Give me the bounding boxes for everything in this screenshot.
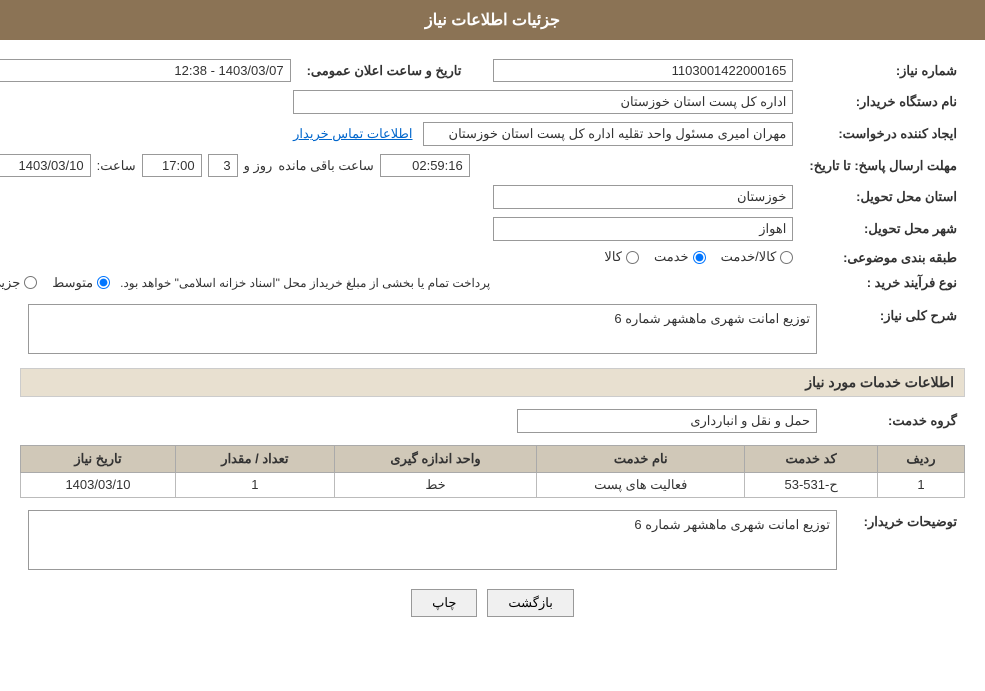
service-group-field: حمل و نقل و انبارداری	[517, 409, 817, 433]
buyer-comments-field: توزیع امانت شهری ماهشهر شماره 6	[28, 510, 837, 570]
need-number-value: 1103001422000165	[485, 55, 801, 86]
col-code: کد خدمت	[745, 445, 878, 472]
radio-kala-khedmat-input[interactable]	[780, 251, 793, 264]
creator-label: ایجاد کننده درخواست:	[801, 118, 965, 150]
radio-jozyi[interactable]: جزیی	[0, 275, 37, 291]
radio-kala[interactable]: کالا	[604, 249, 639, 265]
page-title: جزئیات اطلاعات نیاز	[425, 12, 560, 29]
buyer-org-label: نام دستگاه خریدار:	[801, 86, 965, 118]
basic-info-table: شماره نیاز: 1103001422000165 تاریخ و ساع…	[0, 55, 965, 295]
radio-khedmat-input[interactable]	[693, 251, 706, 264]
col-name: نام خدمت	[537, 445, 745, 472]
cell-code: ح-531-53	[745, 472, 878, 497]
deadline-time-label: ساعت:	[97, 158, 136, 174]
service-group-value: حمل و نقل و انبارداری	[20, 405, 825, 437]
buyer-comments-table: توضیحات خریدار: توزیع امانت شهری ماهشهر …	[20, 506, 965, 574]
cell-row: 1	[877, 472, 964, 497]
service-group-label: گروه خدمت:	[825, 405, 965, 437]
general-desc-label: شرح کلی نیاز:	[825, 300, 965, 358]
announcement-date-value: 1403/03/07 - 12:38	[0, 55, 299, 86]
deadline-label: مهلت ارسال پاسخ: تا تاریخ:	[801, 150, 965, 181]
province-label: استان محل تحویل:	[801, 181, 965, 213]
radio-khedmat-label: خدمت	[654, 249, 689, 265]
page-header: جزئیات اطلاعات نیاز	[0, 0, 985, 40]
need-number-field: 1103001422000165	[493, 59, 793, 82]
category-options: کالا/خدمت خدمت کالا	[0, 245, 801, 271]
creator-value: مهران امیری مسئول واحد تقلیه اداره کل پس…	[0, 118, 801, 150]
need-number-label: شماره نیاز:	[801, 55, 965, 86]
radio-mutawaset[interactable]: متوسط	[52, 275, 110, 291]
deadline-row: 02:59:16 ساعت باقی مانده روز و 3 17:00 س…	[0, 150, 801, 181]
purchase-type-label: نوع فرآیند خرید :	[801, 271, 965, 295]
radio-kala-khedmat-label: کالا/خدمت	[721, 249, 777, 265]
print-button[interactable]: چاپ	[411, 589, 477, 617]
cell-name: فعالیت های پست	[537, 472, 745, 497]
col-quantity: تعداد / مقدار	[175, 445, 334, 472]
province-value: خوزستان	[0, 181, 801, 213]
col-row: ردیف	[877, 445, 964, 472]
back-button[interactable]: بازگشت	[487, 589, 573, 617]
cell-date: 1403/03/10	[21, 472, 176, 497]
radio-mutawaset-input[interactable]	[97, 276, 110, 289]
creator-field: مهران امیری مسئول واحد تقلیه اداره کل پس…	[423, 122, 793, 146]
services-table: ردیف کد خدمت نام خدمت واحد اندازه گیری ت…	[20, 445, 965, 498]
buyer-comments-value: توزیع امانت شهری ماهشهر شماره 6	[20, 506, 845, 574]
radio-jozyi-label: جزیی	[0, 275, 20, 291]
province-field: خوزستان	[493, 185, 793, 209]
cell-quantity: 1	[175, 472, 334, 497]
deadline-remaining-field: 02:59:16	[380, 154, 470, 177]
city-field: اهواز	[493, 217, 793, 241]
buyer-org-field: اداره کل پست استان خوزستان	[293, 90, 793, 114]
general-desc-field: توزیع امانت شهری ماهشهر شماره 6	[28, 304, 817, 354]
radio-kala-khedmat[interactable]: کالا/خدمت	[721, 249, 794, 265]
announcement-date-field: 1403/03/07 - 12:38	[0, 59, 291, 82]
deadline-time-field: 17:00	[142, 154, 202, 177]
radio-mutawaset-label: متوسط	[52, 275, 93, 291]
radio-jozyi-input[interactable]	[24, 276, 37, 289]
announcement-date-label: تاریخ و ساعت اعلان عمومی:	[299, 55, 470, 86]
cell-unit: خط	[334, 472, 536, 497]
col-unit: واحد اندازه گیری	[334, 445, 536, 472]
radio-kala-input[interactable]	[626, 251, 639, 264]
table-row: 1 ح-531-53 فعالیت های پست خط 1 1403/03/1…	[21, 472, 965, 497]
col-date: تاریخ نیاز	[21, 445, 176, 472]
deadline-days-label: روز و	[244, 158, 273, 174]
radio-kala-label: کالا	[604, 249, 622, 265]
deadline-remaining-label: ساعت باقی مانده	[278, 158, 373, 174]
deadline-days-field: 3	[208, 154, 238, 177]
services-section-title: اطلاعات خدمات مورد نیاز	[20, 368, 965, 397]
contact-link[interactable]: اطلاعات تماس خریدار	[293, 126, 412, 141]
button-row: بازگشت چاپ	[20, 589, 965, 617]
general-desc-value: توزیع امانت شهری ماهشهر شماره 6	[20, 300, 825, 358]
main-content: شماره نیاز: 1103001422000165 تاریخ و ساع…	[0, 40, 985, 642]
service-group-table: گروه خدمت: حمل و نقل و انبارداری	[20, 405, 965, 437]
page-wrapper: جزئیات اطلاعات نیاز شماره نیاز: 11030014…	[0, 0, 985, 691]
deadline-date-field: 1403/03/10	[0, 154, 91, 177]
city-label: شهر محل تحویل:	[801, 213, 965, 245]
radio-khedmat[interactable]: خدمت	[654, 249, 706, 265]
buyer-comments-label: توضیحات خریدار:	[845, 506, 965, 574]
buyer-org-value: اداره کل پست استان خوزستان	[0, 86, 801, 118]
category-label: طبقه بندی موضوعی:	[801, 245, 965, 271]
purchase-type-row: پرداخت تمام یا بخشی از مبلغ خریداز محل "…	[0, 271, 801, 295]
purchase-note: پرداخت تمام یا بخشی از مبلغ خریداز محل "…	[120, 276, 490, 290]
general-desc-table: شرح کلی نیاز: توزیع امانت شهری ماهشهر شم…	[20, 300, 965, 358]
city-value: اهواز	[0, 213, 801, 245]
